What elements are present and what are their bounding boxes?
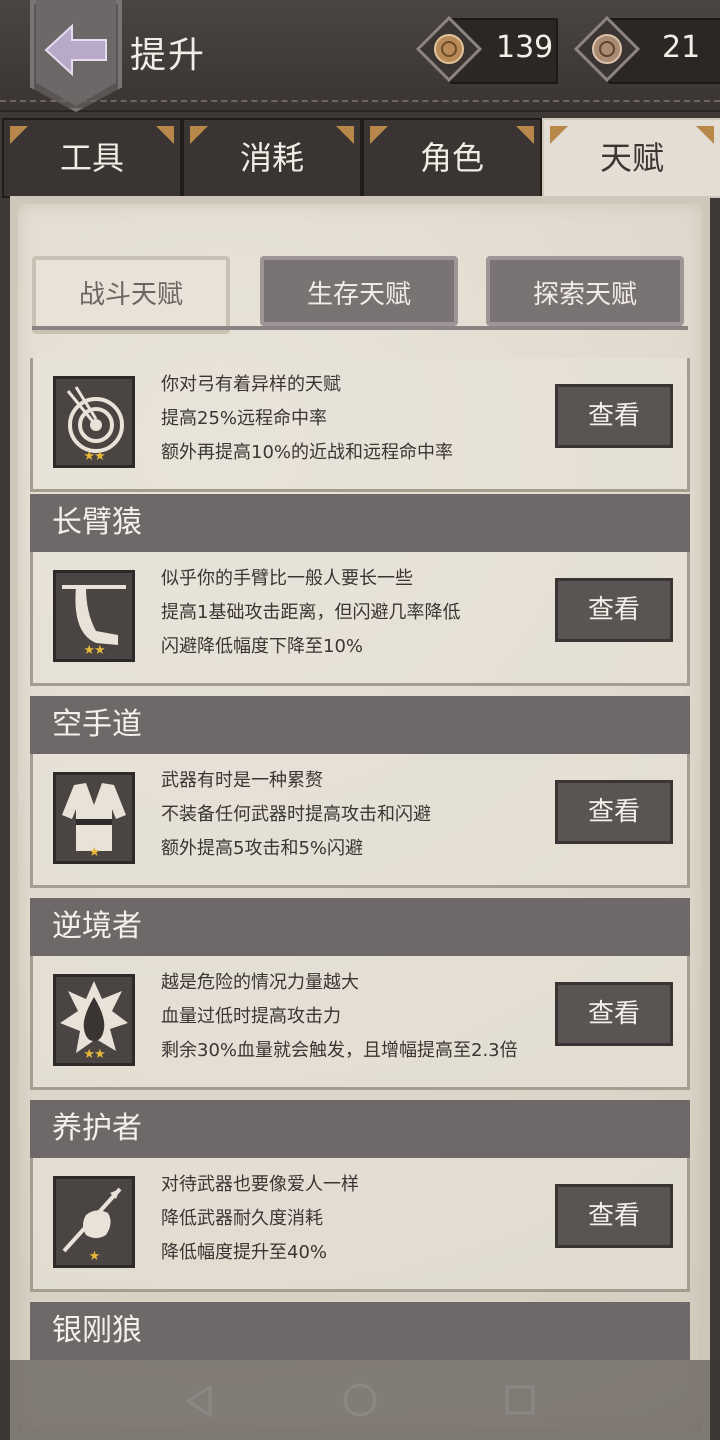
spear-hand-icon: ★ [53,1176,135,1268]
system-navigation-bar [0,1360,720,1440]
view-button[interactable]: 查看 [555,780,673,844]
desc-line: 提高25%远程命中率 [161,408,328,429]
blood-drop-icon: ★★ [53,974,135,1066]
star-rating: ★ [88,1249,101,1264]
talent-panel: 战斗天赋 生存天赋 探索天赋 ★★ 你对弓有着异样的天赋 提高25%远程命中率 [10,196,710,1440]
tab-character[interactable]: 角色 [362,118,542,198]
coin-icon [574,16,640,82]
star-rating: ★ [88,845,101,860]
corner-ornament-icon [696,126,714,144]
recents-square-icon[interactable] [504,1384,536,1416]
talent-title: 养护者 [30,1100,690,1158]
corner-ornament-icon [10,126,28,144]
subtab-combat[interactable]: 战斗天赋 [32,256,230,334]
subtab-label: 战斗天赋 [78,280,183,310]
desc-line: 你对弓有着异样的天赋 [161,374,341,395]
corner-ornament-icon [516,126,534,144]
talent-card: ★ 对待武器也要像爱人一样 降低武器耐久度消耗 降低幅度提升至40% 查看 [30,1158,690,1292]
back-arrow-icon [44,23,107,77]
desc-line: 越是危险的情况力量越大 [161,972,359,993]
tab-consumables[interactable]: 消耗 [182,118,362,198]
subtab-exploration[interactable]: 探索天赋 [486,256,684,326]
long-arm-icon: ★★ [53,570,135,662]
talent-description: 武器有时是一种累赘 不装备任何武器时提高攻击和闪避 额外提高5攻击和5%闪避 [161,764,431,866]
desc-line: 剩余30%血量就会触发，且增幅提高至2.3倍 [161,1040,518,1061]
desc-line: 降低幅度提升至40% [161,1242,328,1263]
karate-gi-icon: ★ [53,772,135,864]
talent-card: ★★ 似乎你的手臂比一般人要长一些 提高1基础攻击距离，但闪避几率降低 闪避降低… [30,552,690,686]
star-rating: ★★ [83,449,105,464]
view-button[interactable]: 查看 [555,982,673,1046]
view-button[interactable]: 查看 [555,1184,673,1248]
home-circle-icon[interactable] [342,1382,378,1418]
back-button[interactable] [30,0,122,112]
talent-card: ★★ 你对弓有着异样的天赋 提高25%远程命中率 额外再提高10%的近战和远程命… [30,358,690,492]
talent-title: 银刚狼 [30,1302,690,1360]
talent-description: 越是危险的情况力量越大 血量过低时提高攻击力 剩余30%血量就会触发，且增幅提高… [161,966,518,1068]
corner-ornament-icon [190,126,208,144]
desc-line: 额外提高5攻击和5%闪避 [161,838,364,859]
tab-label: 角色 [419,139,484,177]
star-rating: ★★ [83,1047,105,1062]
corner-ornament-icon [336,126,354,144]
archery-target-icon: ★★ [53,376,135,468]
desc-line: 血量过低时提高攻击力 [161,1006,341,1027]
top-bar: 提升 139 21 [0,0,720,112]
corner-ornament-icon [156,126,174,144]
talent-title: 长臂猿 [30,494,690,552]
talent-title: 空手道 [30,696,690,754]
tab-label: 工具 [59,139,124,177]
view-button[interactable]: 查看 [555,578,673,642]
tab-label: 消耗 [239,139,304,177]
talent-card: ★★ 越是危险的情况力量越大 血量过低时提高攻击力 剩余30%血量就会触发，且增… [30,956,690,1090]
tab-talents[interactable]: 天赋 [542,118,720,198]
currency-display-1: 139 [416,16,558,84]
main-tabs: 工具 消耗 角色 天赋 [0,118,720,198]
talent-description: 对待武器也要像爱人一样 降低武器耐久度消耗 降低幅度提升至40% [161,1168,359,1270]
desc-line: 武器有时是一种累赘 [161,770,323,791]
desc-line: 降低武器耐久度消耗 [161,1208,323,1229]
subtab-label: 生存天赋 [306,280,411,310]
desc-line: 不装备任何武器时提高攻击和闪避 [161,804,431,825]
subtab-label: 探索天赋 [532,280,637,310]
desc-line: 额外再提高10%的近战和远程命中率 [161,442,454,463]
divider [32,326,688,330]
page-title: 提升 [130,35,207,76]
corner-ornament-icon [550,126,568,144]
coin-icon [416,16,482,82]
subtab-survival[interactable]: 生存天赋 [260,256,458,326]
talent-title: 逆境者 [30,898,690,956]
talent-list[interactable]: ★★ 你对弓有着异样的天赋 提高25%远程命中率 额外再提高10%的近战和远程命… [30,358,690,1370]
currency-display-2: 21 [574,16,720,84]
back-triangle-icon[interactable] [184,1384,214,1418]
talent-description: 你对弓有着异样的天赋 提高25%远程命中率 额外再提高10%的近战和远程命中率 [161,368,453,470]
talent-description: 似乎你的手臂比一般人要长一些 提高1基础攻击距离，但闪避几率降低 闪避降低幅度下… [161,562,460,664]
desc-line: 提高1基础攻击距离，但闪避几率降低 [161,602,461,623]
corner-ornament-icon [370,126,388,144]
star-rating: ★★ [83,643,105,658]
desc-line: 似乎你的手臂比一般人要长一些 [161,568,413,589]
currency-amount-1: 139 [496,30,554,65]
desc-line: 对待武器也要像爱人一样 [161,1174,359,1195]
tab-tools[interactable]: 工具 [2,118,182,198]
currency-amount-2: 21 [662,30,701,65]
desc-line: 闪避降低幅度下降至10% [161,636,364,657]
tab-label: 天赋 [599,139,664,177]
view-button[interactable]: 查看 [555,384,673,448]
talent-card: ★ 武器有时是一种累赘 不装备任何武器时提高攻击和闪避 额外提高5攻击和5%闪避… [30,754,690,888]
